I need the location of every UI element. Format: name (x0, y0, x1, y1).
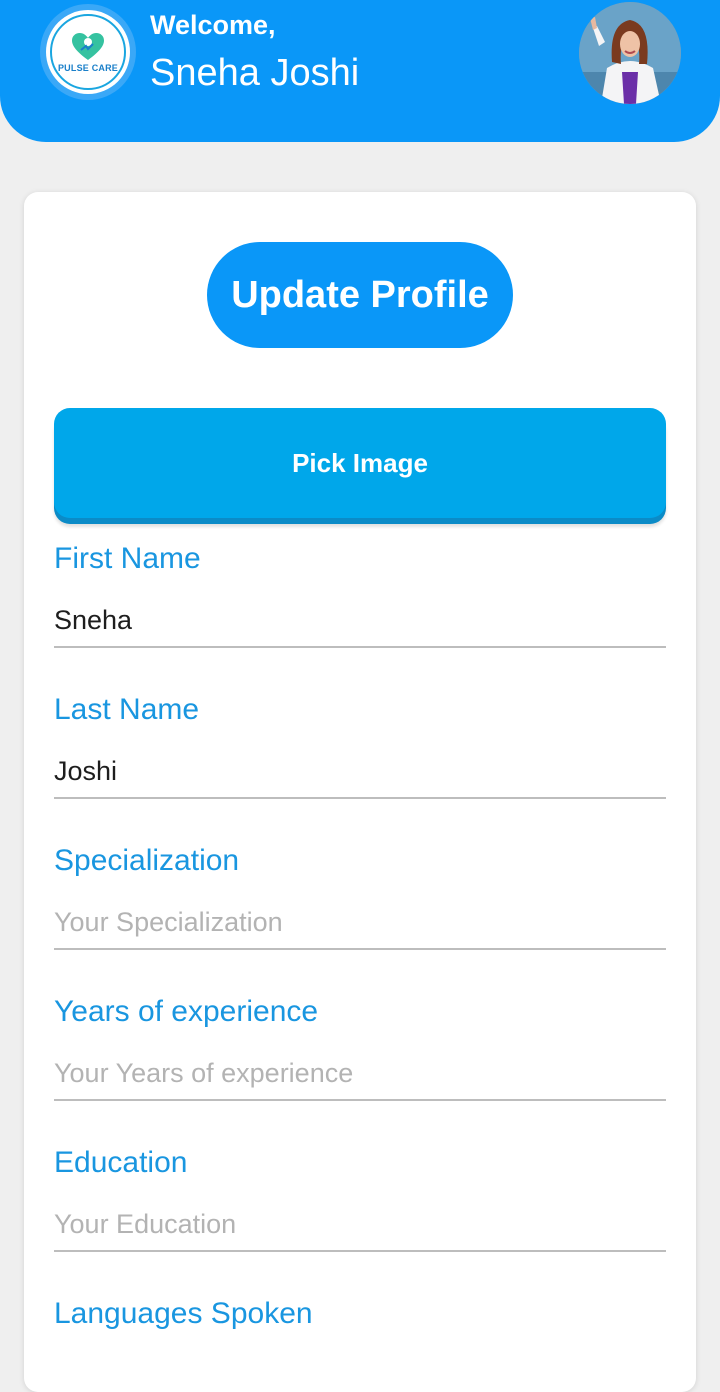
app-header: PULSE CARE Welcome, Sneha Joshi (0, 0, 720, 142)
doctor-photo (579, 2, 681, 104)
first-name-underline (54, 646, 666, 648)
specialization-label: Specialization (54, 844, 240, 877)
education-underline (54, 1250, 666, 1252)
experience-underline (54, 1099, 666, 1101)
specialization-underline (54, 948, 666, 950)
user-name: Sneha Joshi (150, 52, 360, 94)
heart-logo-icon (72, 32, 104, 60)
education-label: Education (54, 1146, 188, 1179)
logo-text: PULSE CARE (57, 62, 118, 73)
update-profile-button[interactable]: Update Profile (207, 242, 513, 348)
first-name-field[interactable]: Sneha (54, 605, 132, 636)
welcome-text: Welcome, (150, 10, 276, 40)
specialization-field[interactable]: Your Specialization (54, 907, 283, 938)
last-name-field[interactable]: Joshi (54, 756, 117, 787)
avatar[interactable] (579, 2, 681, 104)
languages-label: Languages Spoken (54, 1297, 313, 1330)
pick-image-button[interactable]: Pick Image (54, 408, 666, 518)
last-name-underline (54, 797, 666, 799)
experience-label: Years of experience (54, 995, 319, 1028)
last-name-label: Last Name (54, 693, 200, 726)
experience-field[interactable]: Your Years of experience (54, 1058, 353, 1089)
first-name-label: First Name (54, 542, 201, 575)
app-logo: PULSE CARE (40, 4, 136, 100)
education-field[interactable]: Your Education (54, 1209, 236, 1240)
